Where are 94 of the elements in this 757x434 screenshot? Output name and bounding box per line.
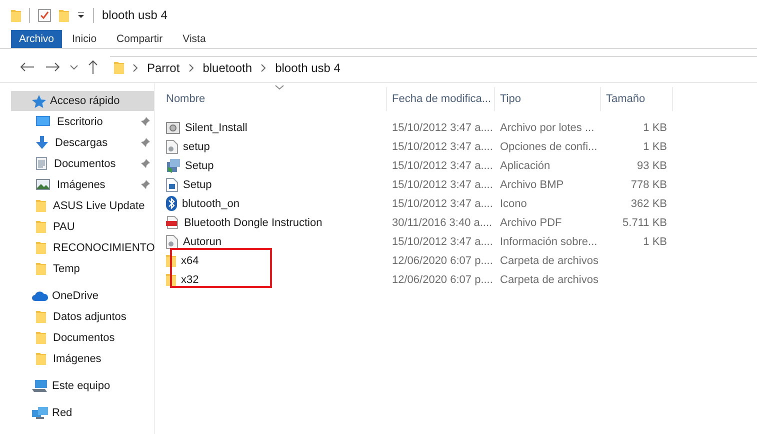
chevron-down-icon[interactable] bbox=[70, 64, 78, 70]
properties-icon[interactable] bbox=[38, 8, 51, 22]
folder-icon bbox=[36, 331, 46, 344]
table-cell-text: Archivo PDF bbox=[499, 216, 563, 228]
sidebar-item[interactable]: RECONOCIMIENTO bbox=[11, 237, 154, 258]
sidebar-item[interactable]: Imágenes bbox=[11, 348, 154, 369]
table-cell-text: Carpeta de archivos bbox=[499, 274, 600, 286]
network-icon bbox=[32, 407, 48, 419]
image-icon bbox=[36, 179, 50, 190]
table-cell-text: 1 KB bbox=[642, 122, 668, 134]
sidebar-item[interactable]: Red bbox=[11, 403, 154, 423]
sidebar-item[interactable]: Temp bbox=[11, 258, 154, 279]
back-arrow-icon[interactable] bbox=[20, 62, 34, 72]
table-cell-text: 12/06/2020 6:07 p.... bbox=[391, 274, 494, 286]
table-cell-text: 30/11/2016 3:40 a.... bbox=[391, 216, 494, 228]
file-name[interactable]: Setup bbox=[183, 178, 212, 190]
ribbon-tab[interactable]: Inicio bbox=[62, 30, 107, 48]
table-cell-text: 12/06/2020 6:07 p.... bbox=[391, 254, 494, 266]
caret-icon[interactable] bbox=[77, 12, 85, 18]
chevron-right-icon bbox=[261, 64, 266, 72]
folder-icon bbox=[36, 310, 46, 323]
sidebar-item[interactable]: Descargas bbox=[11, 132, 154, 153]
file-name[interactable]: Setup bbox=[185, 160, 214, 172]
computer-icon bbox=[32, 380, 48, 392]
window-title: blooth usb 4 bbox=[102, 8, 168, 22]
table-cell-text: 15/10/2012 3:47 a.... bbox=[391, 160, 494, 172]
folder-icon bbox=[11, 8, 21, 22]
sidebar-item[interactable]: ASUS Live Update bbox=[11, 195, 154, 216]
pdf-file-icon bbox=[166, 216, 179, 229]
sort-caret-icon bbox=[275, 85, 284, 90]
table-cell-text: 15/10/2012 3:47 a.... bbox=[391, 140, 494, 152]
chevron-right-icon bbox=[133, 64, 138, 72]
table-cell-text: 778 KB bbox=[630, 178, 668, 190]
image-file-icon bbox=[166, 178, 178, 192]
table-cell-text: Aplicación bbox=[499, 160, 552, 172]
table-cell-text: 15/10/2012 3:47 a.... bbox=[391, 198, 494, 210]
sidebar-item[interactable]: Documentos bbox=[11, 153, 154, 174]
column-header[interactable]: Fecha de modifica... bbox=[387, 87, 495, 111]
down-arrow-icon bbox=[36, 136, 48, 149]
chevron-right-icon bbox=[188, 64, 194, 72]
table-cell-text: 15/10/2012 3:47 a.... bbox=[391, 178, 494, 190]
table-cell-text: 93 KB bbox=[636, 160, 668, 172]
table-cell-text: Archivo BMP bbox=[499, 178, 565, 190]
folder-icon bbox=[36, 241, 46, 254]
table-cell-text: Icono bbox=[499, 198, 528, 210]
folder-icon bbox=[114, 61, 124, 74]
column-header[interactable]: Nombre bbox=[161, 87, 387, 111]
ribbon-tab[interactable]: Archivo bbox=[11, 30, 62, 48]
file-name[interactable]: blutooth_on bbox=[182, 198, 240, 210]
file-name[interactable]: Silent_Install bbox=[185, 122, 248, 134]
sidebar-item[interactable]: Imágenes bbox=[11, 174, 154, 195]
sidebar-item[interactable]: Acceso rápido bbox=[11, 91, 154, 111]
sidebar-item[interactable]: Escritorio bbox=[11, 111, 154, 132]
table-cell-text: Archivo por lotes ... bbox=[499, 122, 596, 134]
ribbon-tab[interactable]: Compartir bbox=[106, 30, 173, 48]
folder-icon bbox=[59, 8, 69, 22]
file-name[interactable]: x64 bbox=[181, 254, 199, 266]
sidebar-item[interactable]: Documentos bbox=[11, 327, 154, 348]
file-name[interactable]: x32 bbox=[181, 274, 199, 286]
column-header[interactable]: Tipo bbox=[495, 87, 601, 111]
address-bar[interactable]: Parrot bluetooth blooth usb 4 bbox=[110, 56, 757, 78]
forward-arrow-icon[interactable] bbox=[46, 62, 60, 72]
column-header[interactable]: Tamaño bbox=[601, 87, 673, 111]
folder-icon bbox=[36, 220, 46, 233]
table-cell-text: 362 KB bbox=[630, 198, 668, 210]
bluetooth-icon bbox=[166, 196, 177, 211]
table-cell-text: Carpeta de archivos bbox=[499, 254, 600, 266]
table-cell-text: 1 KB bbox=[642, 140, 668, 152]
table-cell-text: Información sobre... bbox=[499, 236, 598, 248]
monitor-icon bbox=[36, 116, 50, 127]
folder-icon bbox=[36, 262, 46, 275]
table-cell-text: 5.711 KB bbox=[622, 216, 668, 228]
up-arrow-icon[interactable] bbox=[88, 60, 98, 74]
sidebar-item[interactable]: OneDrive bbox=[11, 286, 154, 306]
star-icon bbox=[32, 94, 46, 108]
installer-icon bbox=[166, 158, 180, 172]
file-name[interactable]: Autorun bbox=[183, 236, 222, 248]
breadcrumb[interactable]: bluetooth bbox=[202, 60, 252, 74]
table-cell-text: 1 KB bbox=[642, 236, 668, 248]
sidebar-item[interactable]: PAU bbox=[11, 216, 154, 237]
breadcrumb[interactable]: blooth usb 4 bbox=[275, 60, 340, 74]
document-icon bbox=[36, 157, 47, 170]
folder-icon bbox=[36, 352, 46, 365]
sidebar-item[interactable]: Datos adjuntos bbox=[11, 306, 154, 327]
table-cell-text: 15/10/2012 3:47 a.... bbox=[391, 122, 494, 134]
cloud-icon bbox=[32, 291, 48, 301]
table-cell-text: Opciones de confi... bbox=[499, 140, 598, 152]
table-cell-text: 15/10/2012 3:47 a.... bbox=[391, 236, 494, 248]
file-name[interactable]: Bluetooth Dongle Instruction bbox=[184, 216, 322, 228]
sidebar-item[interactable]: Este equipo bbox=[11, 376, 154, 396]
folder-icon bbox=[36, 199, 46, 212]
breadcrumb[interactable]: Parrot bbox=[147, 60, 180, 74]
file-name[interactable]: setup bbox=[183, 140, 210, 152]
ribbon-tab[interactable]: Vista bbox=[172, 30, 216, 48]
